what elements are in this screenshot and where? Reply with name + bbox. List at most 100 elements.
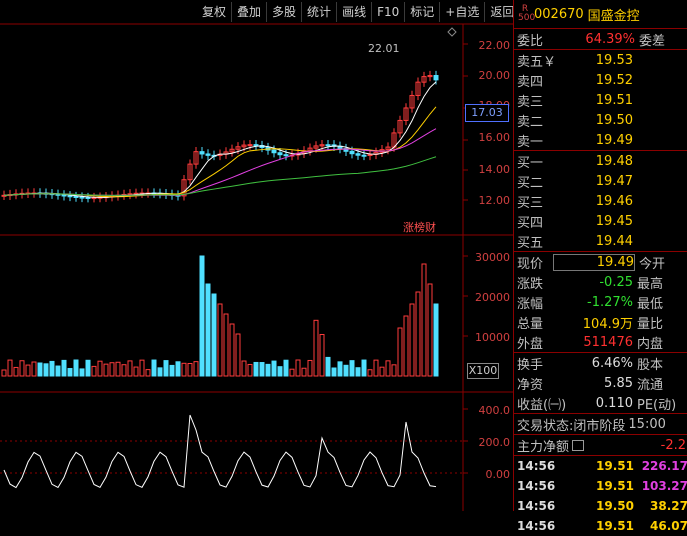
current-price-tag: 17.03 — [465, 104, 509, 122]
volume-bar — [79, 368, 85, 377]
volume-bar — [379, 366, 385, 377]
candle-body — [253, 144, 259, 147]
tick-row: 14:56 19.51 226.17 — [514, 456, 687, 476]
price-stats: 现价 19.49 今开 涨跌 -0.25 最高 涨幅 -1.27% 最低 总量 104.9万 量比 外盘… — [514, 252, 687, 353]
quote-row: 卖一 19.49 — [514, 130, 687, 150]
toolbar-button[interactable]: 标记 — [404, 2, 439, 22]
toolbar-button[interactable]: 叠加 — [231, 2, 266, 22]
row-value: 6.46% — [591, 355, 633, 371]
row-label: 买三 — [517, 195, 544, 211]
volume-bar — [151, 359, 157, 377]
price-tick: 12.00 — [478, 194, 511, 207]
tick-time: 14:56 — [517, 479, 556, 493]
row-label: 现价 — [517, 256, 544, 272]
price-tick: 14.00 — [478, 163, 511, 176]
volume-bar — [361, 359, 367, 377]
volume-bar — [259, 362, 265, 377]
volume-bar — [25, 364, 31, 377]
candle-body — [355, 153, 361, 156]
row-label: 买二 — [517, 175, 544, 191]
quote-row: 卖三 19.51 — [514, 90, 687, 110]
candle-body — [73, 195, 79, 198]
quote-row: 卖二 19.50 — [514, 110, 687, 130]
volume-bar — [223, 313, 229, 377]
row-label: 卖五￥ — [517, 54, 557, 70]
volume-unit-label[interactable]: X100 — [467, 363, 499, 379]
row-value: 19.51 — [595, 92, 633, 108]
quote-row: 买四 19.45 — [514, 211, 687, 231]
row-value: 19.47 — [595, 173, 633, 189]
limit-up-badge[interactable]: 涨榜财 — [403, 219, 436, 235]
volume-bar — [127, 360, 133, 377]
candle-body — [79, 196, 85, 199]
kline-chart[interactable] — [0, 0, 513, 511]
volume-bar — [289, 368, 295, 377]
toolbar-button[interactable]: 统计 — [301, 2, 336, 22]
toolbar-button[interactable]: +自选 — [439, 2, 484, 22]
stock-name[interactable]: 国盛金控 — [588, 5, 640, 24]
quote-row: 现价 19.49 今开 — [514, 252, 687, 272]
volume-bar — [37, 362, 43, 377]
volume-bar — [199, 255, 205, 377]
volume-bar — [85, 359, 91, 377]
indicator-tick: 400.0 — [478, 404, 511, 417]
tick-row: 14:56 19.50 38.27 — [514, 496, 687, 516]
committee-ratio-label: 委比 — [517, 33, 544, 49]
row-label: 卖一 — [517, 134, 544, 150]
row-value: 0.110 — [595, 395, 633, 411]
volume-bar — [55, 365, 61, 377]
price-tick: 20.00 — [478, 69, 511, 82]
row-label-2: 内盘 — [637, 336, 664, 352]
volume-tick: 10000 — [475, 331, 510, 344]
volume-bar — [415, 291, 421, 377]
toolbar-button[interactable]: 画线 — [336, 2, 371, 22]
quote-row: 总量 104.9万 量比 — [514, 312, 687, 332]
volume-bar — [229, 323, 235, 377]
volume-bar — [169, 364, 175, 377]
row-value: -0.25 — [599, 274, 633, 290]
volume-bar — [43, 363, 49, 377]
volume-bar — [235, 333, 241, 377]
tick-volume: 103.27 — [641, 479, 687, 493]
row-value: 511476 — [583, 334, 633, 350]
row-value: 5.85 — [604, 375, 633, 391]
volume-bar — [181, 362, 187, 377]
toolbar-button[interactable]: 多股 — [266, 2, 301, 22]
row-label-2: PE(动) — [637, 397, 677, 413]
row-value: 19.44 — [595, 233, 633, 249]
row-value: 19.49 — [595, 132, 633, 148]
main-net-value: -2.2 — [660, 437, 686, 453]
row-label: 净资 — [517, 377, 544, 393]
volume-bar — [187, 363, 193, 377]
volume-bar — [163, 360, 169, 377]
row-label-2: 今开 — [639, 256, 666, 272]
diamond-icon — [447, 27, 457, 37]
row-label: 卖二 — [517, 114, 544, 130]
volume-bar — [13, 366, 19, 377]
volume-bar — [325, 356, 331, 377]
candle-body — [349, 150, 355, 155]
tick-time: 14:56 — [517, 459, 556, 473]
row-value: 19.52 — [595, 72, 633, 88]
quote-row: 卖四 19.52 — [514, 70, 687, 90]
expand-icon[interactable] — [572, 439, 585, 451]
quote-row: 涨幅 -1.27% 最低 — [514, 292, 687, 312]
candle-body — [271, 149, 277, 154]
volume-bar — [97, 360, 103, 377]
quote-row: 买五 19.44 — [514, 231, 687, 251]
row-value: 19.49 — [553, 253, 635, 271]
row-label: 收益(㈠) — [517, 397, 567, 413]
stock-code: 002670 — [534, 6, 584, 22]
toolbar-button[interactable]: F10 — [371, 2, 404, 22]
volume-bar — [271, 360, 277, 377]
row-label: 涨跌 — [517, 276, 544, 292]
volume-bar — [61, 359, 67, 377]
volume-bar — [211, 293, 217, 377]
volume-bar — [175, 361, 181, 377]
committee-diff-label: 委差 — [639, 33, 666, 49]
volume-bar — [385, 360, 391, 377]
volume-bar — [403, 315, 409, 377]
toolbar-button[interactable]: 复权 — [197, 2, 231, 22]
price-tick: 16.00 — [478, 131, 511, 144]
main-net-row[interactable]: 主力净额 -2.2 — [514, 435, 687, 456]
